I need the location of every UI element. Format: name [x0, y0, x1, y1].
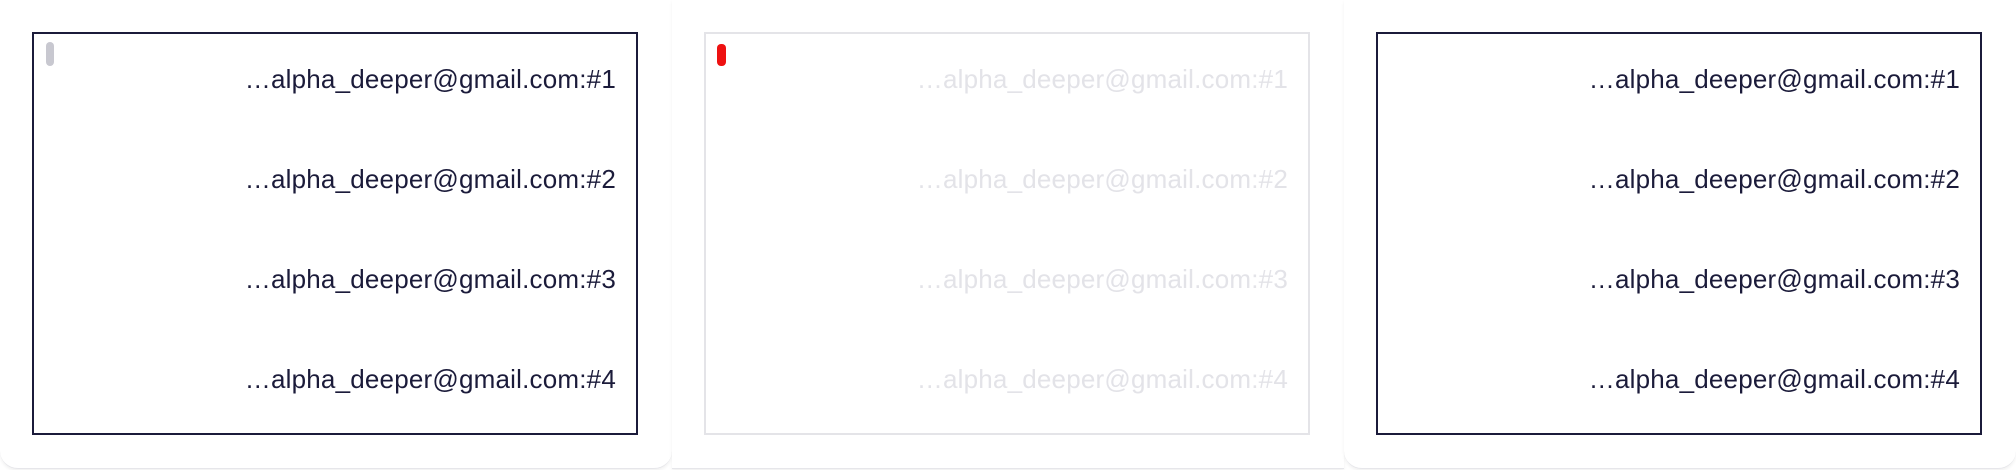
list-item[interactable]: …alpha_deeper@gmail.com:#1 [1589, 62, 1960, 162]
scrollbar-thumb-error[interactable] [717, 44, 726, 66]
list-item: …alpha_deeper@gmail.com:#2 [916, 164, 1288, 194]
email-list: …alpha_deeper@gmail.com:#1 …alpha_deeper… [245, 62, 616, 462]
email-list-panel-no-scrollbar[interactable]: …alpha_deeper@gmail.com:#1 …alpha_deeper… [1376, 32, 1982, 435]
email-list-panel-default[interactable]: …alpha_deeper@gmail.com:#1 …alpha_deeper… [32, 32, 638, 435]
list-item: …alpha_deeper@gmail.com:#4 [916, 364, 1288, 394]
list-item: …alpha_deeper@gmail.com:#3 [916, 264, 1288, 294]
list-item[interactable]: …alpha_deeper@gmail.com:#2 [245, 162, 616, 262]
list-item[interactable]: …alpha_deeper@gmail.com:#2 [1589, 162, 1960, 262]
scrollbar-thumb[interactable] [46, 42, 54, 66]
list-item: …alpha_deeper@gmail.com:#1 [916, 64, 1288, 94]
email-list: …alpha_deeper@gmail.com:#1 …alpha_deeper… [917, 62, 1288, 462]
list-item[interactable]: …alpha_deeper@gmail.com:#4 [1589, 362, 1960, 462]
email-list-panel-disabled: …alpha_deeper@gmail.com:#1 …alpha_deeper… [704, 32, 1310, 435]
list-item[interactable]: …alpha_deeper@gmail.com:#4 [245, 362, 616, 462]
list-item[interactable]: …alpha_deeper@gmail.com:#3 [245, 262, 616, 362]
stage: …alpha_deeper@gmail.com:#1 …alpha_deeper… [0, 0, 2016, 470]
email-list: …alpha_deeper@gmail.com:#1 …alpha_deeper… [1589, 62, 1960, 462]
list-item[interactable]: …alpha_deeper@gmail.com:#1 [245, 62, 616, 162]
list-item[interactable]: …alpha_deeper@gmail.com:#3 [1589, 262, 1960, 362]
